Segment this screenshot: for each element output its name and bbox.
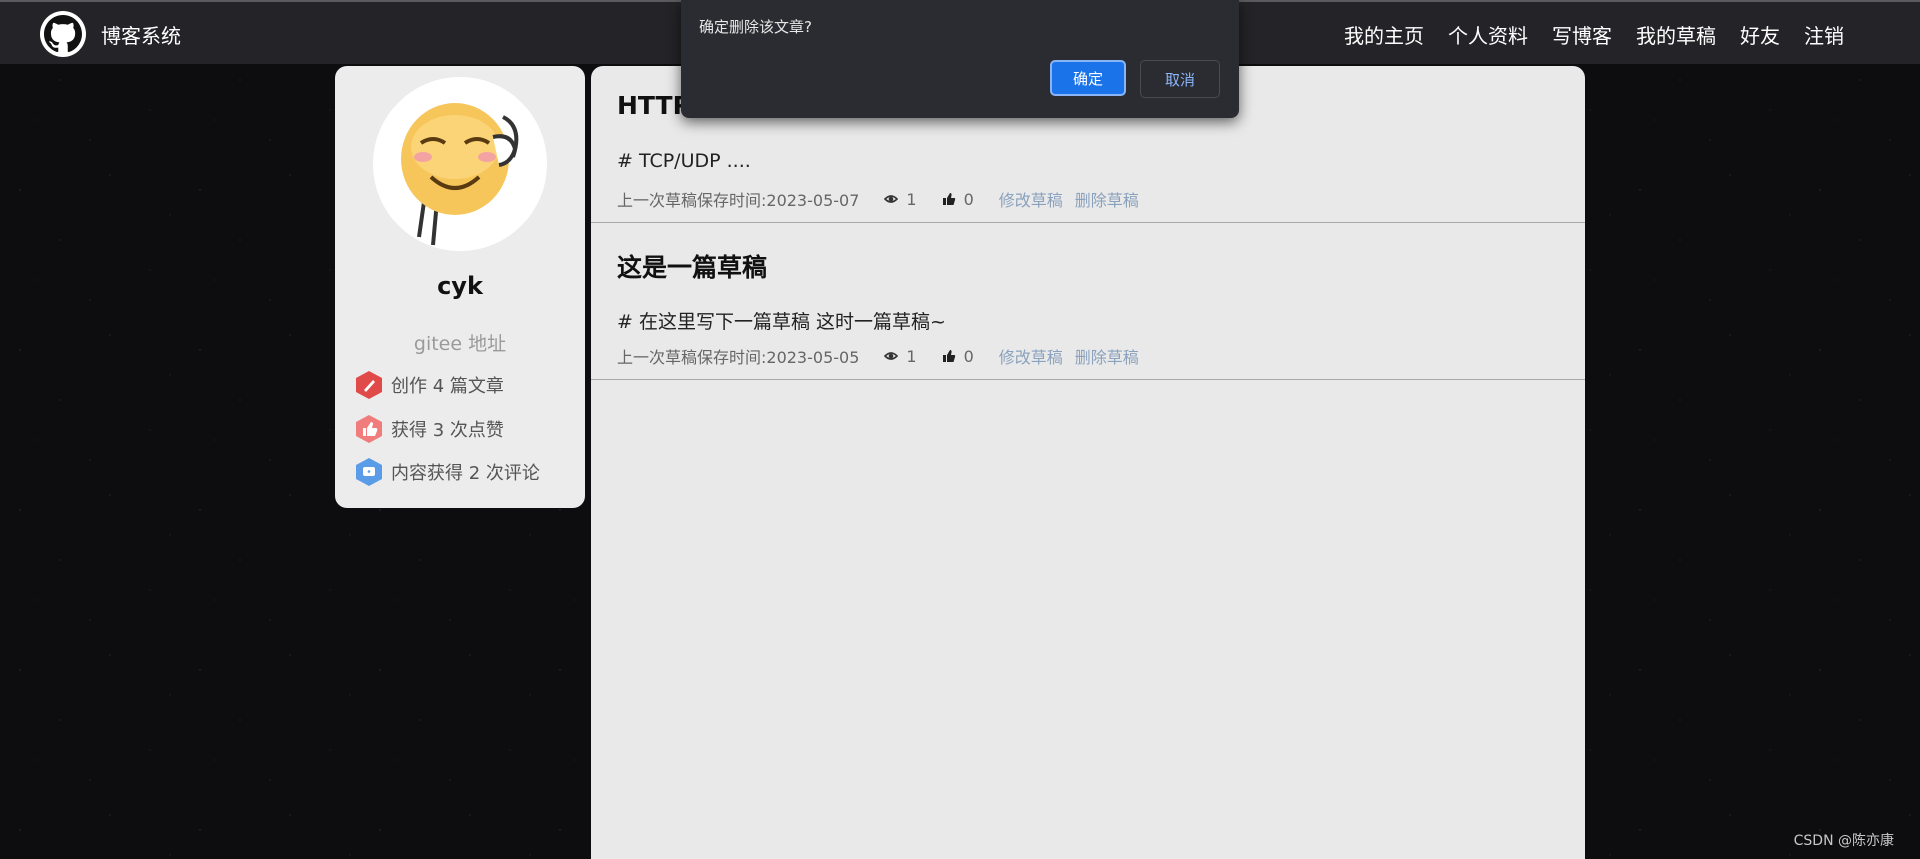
dialog-message: 确定删除该文章? (699, 18, 812, 36)
thumbs-up-icon (942, 350, 955, 362)
draft-title[interactable]: 这是一篇草稿 (617, 248, 767, 284)
edit-draft-link[interactable]: 修改草稿 (999, 344, 1063, 368)
eye-icon (884, 195, 899, 203)
nav-link-my-drafts[interactable]: 我的草稿 (1636, 20, 1716, 49)
confirm-delete-dialog: 确定删除该文章? 确定 取消 (681, 0, 1239, 118)
comment-badge-icon (356, 458, 382, 486)
draft-description: # 在这里写下一篇草稿 这时一篇草稿~ (617, 311, 946, 333)
nav-links: 我的主页 个人资料 写博客 我的草稿 好友 注销 (1320, 20, 1844, 49)
like-count: 0 (963, 346, 974, 366)
view-count: 1 (906, 189, 917, 209)
stat-articles-label: 创作 4 篇文章 (391, 376, 504, 397)
stat-comments-label: 内容获得 2 次评论 (391, 463, 540, 484)
draft-save-time: 上一次草稿保存时间:2023-05-05 (617, 348, 860, 367)
gitee-link[interactable]: gitee 地址 (335, 329, 585, 356)
dialog-cancel-button[interactable]: 取消 (1140, 60, 1220, 98)
github-octocat-icon (44, 15, 82, 53)
stat-comments: 内容获得 2 次评论 (355, 457, 540, 487)
thumbs-up-badge-icon (356, 415, 382, 443)
stat-articles: 创作 4 篇文章 (355, 370, 504, 400)
like-count: 0 (963, 189, 974, 209)
pen-badge-icon (356, 371, 382, 399)
draft-title[interactable]: HTTP (617, 91, 691, 120)
draft-meta: 上一次草稿保存时间:2023-05-07 1 0 修改草稿 删除草稿 (617, 187, 1151, 211)
nav-link-home[interactable]: 我的主页 (1344, 20, 1424, 49)
view-count: 1 (906, 346, 917, 366)
delete-draft-link[interactable]: 删除草稿 (1075, 187, 1139, 211)
stat-likes-label: 获得 3 次点赞 (391, 420, 504, 441)
nav-link-write-blog[interactable]: 写博客 (1552, 20, 1612, 49)
github-logo-icon[interactable] (40, 11, 86, 57)
eye-icon (884, 352, 899, 360)
username: cyk (437, 272, 483, 300)
watermark: CSDN @陈亦康 (1793, 833, 1894, 849)
draft-description: # TCP/UDP .... (617, 150, 751, 172)
nav-link-profile[interactable]: 个人资料 (1448, 20, 1528, 49)
delete-draft-link[interactable]: 删除草稿 (1075, 344, 1139, 368)
site-title: 博客系统 (101, 24, 181, 48)
drafts-panel: HTTP # TCP/UDP .... 上一次草稿保存时间:2023-05-07… (591, 66, 1585, 859)
nav-link-friends[interactable]: 好友 (1740, 20, 1780, 49)
draft-item: 这是一篇草稿 # 在这里写下一篇草稿 这时一篇草稿~ 上一次草稿保存时间:202… (591, 223, 1585, 380)
avatar (373, 77, 547, 251)
thumbs-up-icon (942, 193, 955, 205)
nav-link-logout[interactable]: 注销 (1804, 20, 1844, 49)
stat-likes: 获得 3 次点赞 (355, 414, 504, 444)
draft-meta: 上一次草稿保存时间:2023-05-05 1 0 修改草稿 删除草稿 (617, 344, 1151, 368)
edit-draft-link[interactable]: 修改草稿 (999, 187, 1063, 211)
profile-card: cyk gitee 地址 创作 4 篇文章 获得 3 次点赞 内容获得 2 次评… (335, 66, 585, 508)
dialog-confirm-button[interactable]: 确定 (1050, 60, 1126, 96)
draft-save-time: 上一次草稿保存时间:2023-05-07 (617, 191, 860, 210)
smiley-avatar-icon (373, 77, 547, 251)
